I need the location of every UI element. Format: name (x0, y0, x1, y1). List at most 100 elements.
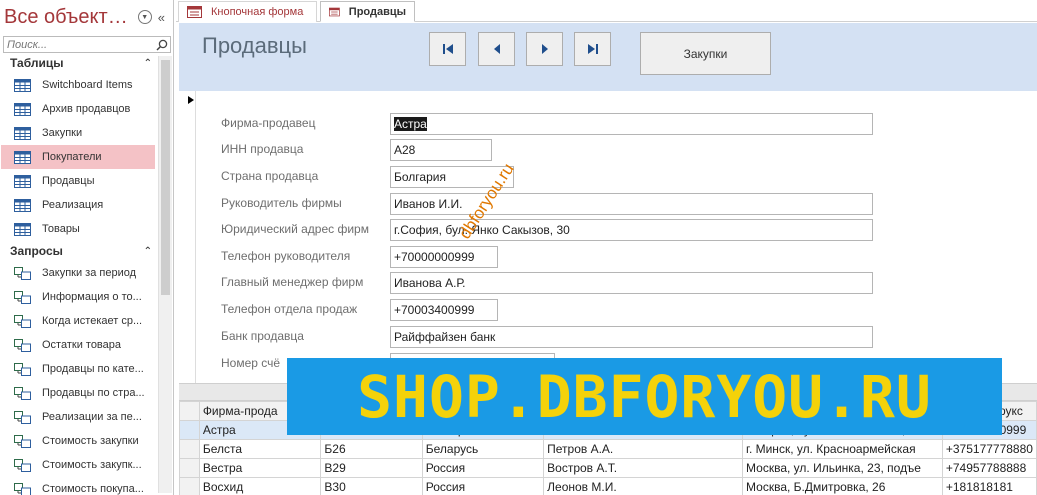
first-record-button[interactable] (429, 32, 466, 66)
last-record-button[interactable] (574, 32, 611, 66)
table-cell[interactable]: +181818181 (941, 477, 1037, 495)
field-label: Страна продавца (221, 169, 319, 183)
table-cell[interactable]: Восхид (198, 477, 322, 495)
nav-item[interactable]: Реализация (1, 193, 155, 217)
promo-banner: SHOP.DBFORYOU.RU (287, 358, 1002, 435)
field-label: Юридический адрес фирм (221, 222, 369, 236)
field-value: Астра (394, 117, 427, 131)
table-cell[interactable]: Б26 (320, 439, 423, 459)
table-cell[interactable]: Москва, ул. Ильинка, 23, подъе (742, 458, 943, 478)
row-selector[interactable] (179, 420, 200, 440)
query-icon (14, 266, 31, 280)
nav-item[interactable]: Информация о то... (1, 285, 155, 309)
nav-item-label: Реализация (42, 199, 104, 211)
nav-item[interactable]: Реализации за пе... (1, 405, 155, 429)
nav-menu-dropdown-icon[interactable]: ▼ (137, 10, 152, 24)
table-icon (14, 222, 31, 236)
nav-item[interactable]: Архив продавцов (1, 97, 155, 121)
field-value: А28 (394, 143, 416, 157)
query-icon (14, 410, 31, 424)
table-cell[interactable]: г. Минск, ул. Красноармейская (742, 439, 943, 459)
field-input[interactable]: Иванова А.Р. (390, 272, 873, 294)
table-cell[interactable]: Россия (421, 477, 545, 495)
nav-item-label: Закупки за период (42, 267, 137, 279)
table-cell[interactable]: В29 (320, 458, 423, 478)
form-icon (187, 6, 202, 18)
collapse-group-icon[interactable]: ⌃ (144, 246, 152, 257)
field-label: Фирма-продавец (221, 116, 316, 130)
nav-item[interactable]: Switchboard Items (1, 73, 155, 97)
field-input[interactable]: +70003400999 (390, 299, 498, 321)
previous-record-button[interactable] (478, 32, 515, 66)
table-row[interactable]: Восхид В30 Россия Леонов М.И. Москва, Б.Дмит… (179, 477, 1037, 495)
nav-collapse-icon[interactable]: « (158, 10, 165, 25)
table-row[interactable]: Белста Б26 Беларусь Петров А.А. г. Минск, ул… (179, 439, 1037, 459)
tab-sellers[interactable]: Продавцы (320, 1, 415, 22)
nav-item[interactable]: Стоимость закупки (1, 429, 155, 453)
nav-scrollbar-thumb[interactable] (161, 60, 170, 295)
tab-switchboard-form[interactable]: Кнопочная форма (178, 1, 317, 22)
table-cell[interactable]: Беларусь (421, 439, 545, 459)
nav-item[interactable]: Товары (1, 217, 155, 241)
nav-item-label: Стоимость закупк... (42, 459, 142, 471)
next-record-icon (541, 44, 548, 54)
select-all-corner[interactable] (179, 401, 200, 421)
table-cell[interactable]: +74957788888 (941, 458, 1037, 478)
table-cell[interactable]: В30 (320, 477, 423, 495)
nav-item-label: Стоимость закупки (42, 435, 139, 447)
query-icon (14, 434, 31, 448)
table-cell[interactable]: Белста (198, 439, 322, 459)
record-selector[interactable] (179, 91, 196, 383)
nav-item-label: Остатки товара (42, 339, 122, 351)
table-row[interactable]: Вестра В29 Россия Востров А.Т. Москва, ул. И… (179, 458, 1037, 478)
nav-group-header[interactable]: Таблицы ⌃ (0, 53, 158, 73)
field-label: ИНН продавца (221, 142, 304, 156)
promo-banner-text: SHOP.DBFORYOU.RU (357, 362, 932, 431)
field-input[interactable]: +70000000999 (390, 246, 498, 268)
nav-item[interactable]: Продавцы (1, 169, 155, 193)
first-record-icon (442, 44, 453, 54)
field-input[interactable]: Райффайзен банк (390, 326, 873, 348)
nav-group-label: Таблицы (10, 56, 64, 70)
nav-item[interactable]: Продавцы по кате... (1, 357, 155, 381)
nav-item[interactable]: Стоимость покупа... (1, 477, 155, 495)
nav-item[interactable]: Закупки за период (1, 261, 155, 285)
nav-item-label: Switchboard Items (42, 79, 133, 91)
field-input[interactable]: Иванов И.И. (390, 193, 873, 215)
nav-item[interactable]: Стоимость закупк... (1, 453, 155, 477)
table-icon (14, 102, 31, 116)
nav-search-input[interactable] (4, 38, 154, 51)
table-cell[interactable]: Вестра (198, 458, 322, 478)
nav-item[interactable]: Закупки (1, 121, 155, 145)
collapse-group-icon[interactable]: ⌃ (144, 58, 152, 69)
search-icon[interactable] (154, 37, 170, 52)
table-cell[interactable]: Россия (421, 458, 545, 478)
query-icon (14, 290, 31, 304)
nav-scrollbar[interactable] (158, 56, 172, 493)
field-value: Иванова А.Р. (394, 276, 466, 290)
table-cell[interactable]: Петров А.А. (543, 439, 744, 459)
table-cell[interactable]: Москва, Б.Дмитровка, 26 (742, 477, 943, 495)
row-selector[interactable] (179, 439, 200, 459)
nav-group-header[interactable]: Запросы ⌃ (0, 241, 158, 261)
query-icon (14, 482, 31, 495)
nav-item[interactable]: Остатки товара (1, 333, 155, 357)
field-value: Иванов И.И. (394, 197, 463, 211)
row-selector[interactable] (179, 477, 200, 495)
next-record-button[interactable] (526, 32, 563, 66)
field-input[interactable]: А28 (390, 139, 492, 161)
nav-title[interactable]: Все объект… (4, 6, 138, 29)
nav-item-label: Когда истекает ср... (42, 315, 143, 327)
table-cell[interactable]: Востров А.Т. (543, 458, 744, 478)
table-cell[interactable]: +375177778880 (941, 439, 1037, 459)
purchases-button[interactable]: Закупки (640, 32, 771, 75)
nav-item[interactable]: Покупатели (1, 145, 155, 169)
row-selector[interactable] (179, 458, 200, 478)
nav-item[interactable]: Продавцы по стра... (1, 381, 155, 405)
field-input[interactable]: Астра (390, 113, 873, 135)
nav-item[interactable]: Когда истекает ср... (1, 309, 155, 333)
table-cell[interactable]: Леонов М.И. (543, 477, 744, 495)
field-value: Болгария (394, 170, 446, 184)
form-header: Продавцы Закупки (179, 23, 1037, 91)
table-icon (14, 78, 31, 92)
